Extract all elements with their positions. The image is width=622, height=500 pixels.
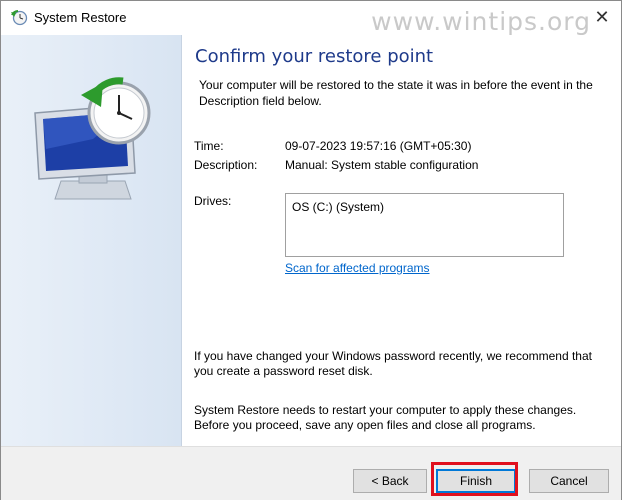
title-bar: System Restore www.wintips.org ✕ bbox=[1, 1, 621, 36]
close-icon: ✕ bbox=[594, 7, 610, 27]
close-button[interactable]: ✕ bbox=[591, 5, 613, 29]
finish-button[interactable]: Finish bbox=[436, 469, 516, 493]
computer-clock-restore-icon bbox=[34, 77, 151, 200]
system-restore-window: System Restore www.wintips.org ✕ Confirm bbox=[0, 0, 622, 500]
button-bar: < Back Finish Cancel bbox=[1, 446, 621, 500]
intro-text: Your computer will be restored to the st… bbox=[199, 78, 593, 108]
description-label: Description: bbox=[194, 158, 258, 172]
time-label: Time: bbox=[194, 139, 224, 153]
description-value: Manual: System stable configuration bbox=[285, 158, 479, 172]
page-title: Confirm your restore point bbox=[195, 46, 434, 67]
list-item[interactable]: OS (C:) (System) bbox=[292, 200, 384, 214]
time-value: 09-07-2023 19:57:16 (GMT+05:30) bbox=[285, 139, 472, 153]
side-panel bbox=[1, 35, 182, 446]
system-restore-icon bbox=[11, 10, 28, 26]
cancel-button[interactable]: Cancel bbox=[529, 469, 609, 493]
window-title: System Restore bbox=[34, 10, 127, 25]
password-note: If you have changed your Windows passwor… bbox=[194, 349, 592, 378]
content-area: Confirm your restore point Your computer… bbox=[182, 35, 621, 446]
drives-label: Drives: bbox=[194, 194, 232, 208]
restart-note: System Restore needs to restart your com… bbox=[194, 403, 577, 432]
drives-list[interactable]: OS (C:) (System) bbox=[285, 193, 564, 257]
watermark: www.wintips.org bbox=[371, 7, 591, 36]
back-button[interactable]: < Back bbox=[353, 469, 427, 493]
scan-affected-programs-link[interactable]: Scan for affected programs bbox=[285, 261, 430, 275]
